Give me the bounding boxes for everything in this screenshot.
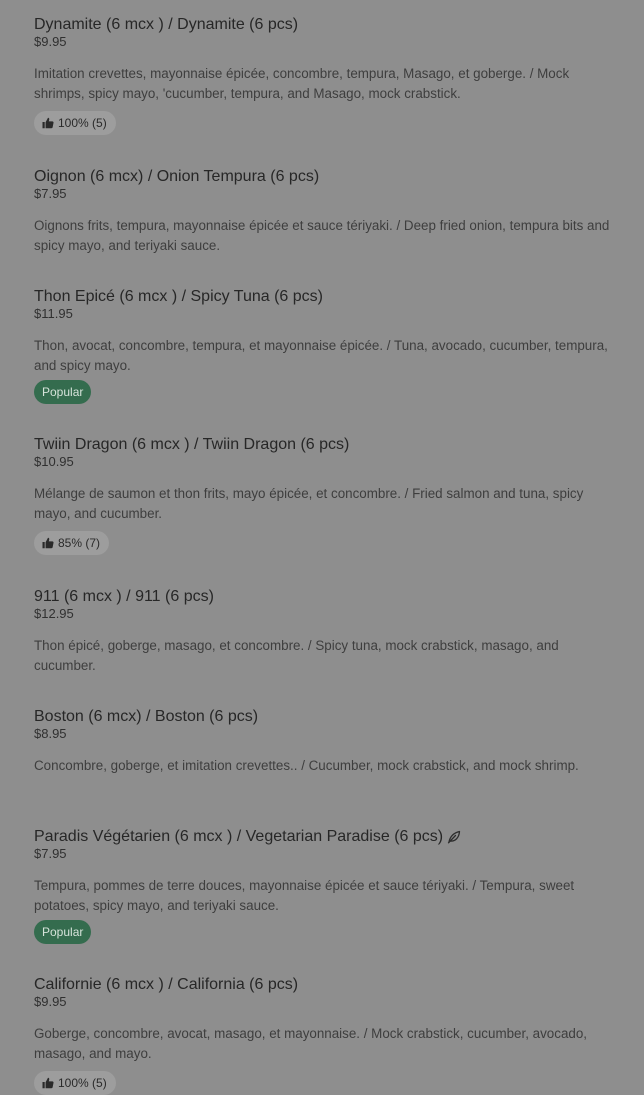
item-price: $8.95 [34, 726, 67, 741]
item-description: Thon, avocat, concombre, tempura, et may… [34, 338, 608, 373]
item-description: Tempura, pommes de terre douces, mayonna… [34, 878, 575, 913]
thumbs-up-icon [42, 117, 54, 129]
item-name: Californie (6 mcx ) / California (6 pcs) [34, 976, 299, 993]
menu-item-list: Dynamite (6 mcx ) / Dynamite (6 pcs) $9.… [0, 0, 644, 1095]
item-title: Boston (6 mcx) / Boston (6 pcs) [34, 707, 618, 727]
menu-item-boston[interactable]: Boston (6 mcx) / Boston (6 pcs) $8.95 Co… [34, 707, 618, 797]
item-description: Concombre, goberge, et imitation crevett… [34, 758, 579, 773]
item-description: Imitation crevettes, mayonnaise épicée, … [34, 66, 570, 101]
item-price: $11.95 [34, 306, 73, 321]
item-name: Paradis Végétarien (6 mcx ) / Vegetarian… [34, 828, 444, 845]
popular-badge: Popular [34, 920, 92, 944]
item-name: Twiin Dragon (6 mcx ) / Twiin Dragon (6 … [34, 436, 350, 453]
rating-badge: 100% (5) [34, 1071, 116, 1095]
menu-item-spicy-tuna[interactable]: Thon Epicé (6 mcx ) / Spicy Tuna (6 pcs)… [34, 287, 618, 405]
menu-item-dynamite[interactable]: Dynamite (6 mcx ) / Dynamite (6 pcs) $9.… [34, 15, 618, 137]
item-description: Thon épicé, goberge, masago, et concombr… [34, 638, 559, 673]
rating-badge: 100% (5) [34, 111, 116, 135]
item-name: 911 (6 mcx ) / 911 (6 pcs) [34, 588, 214, 605]
item-price: $9.95 [34, 34, 67, 49]
item-title: Twiin Dragon (6 mcx ) / Twiin Dragon (6 … [34, 435, 618, 455]
popular-badge: Popular [34, 380, 92, 404]
rating-badge: 85% (7) [34, 531, 110, 555]
item-title: 911 (6 mcx ) / 911 (6 pcs) [34, 587, 618, 607]
item-price: $7.95 [34, 186, 67, 201]
item-description: Oignons frits, tempura, mayonnaise épicé… [34, 218, 610, 253]
item-price: $9.95 [34, 994, 67, 1009]
item-title: Paradis Végétarien (6 mcx ) / Vegetarian… [34, 827, 618, 847]
item-price: $12.95 [34, 606, 74, 621]
item-name: Thon Epicé (6 mcx ) / Spicy Tuna (6 pcs) [34, 288, 323, 305]
leaf-icon [447, 830, 461, 844]
menu-item-california[interactable]: Californie (6 mcx ) / California (6 pcs)… [34, 975, 618, 1095]
menu-item-onion-tempura[interactable]: Oignon (6 mcx) / Onion Tempura (6 pcs) $… [34, 167, 618, 257]
item-price: $7.95 [34, 846, 67, 861]
item-description: Mélange de saumon et thon frits, mayo ép… [34, 486, 584, 521]
menu-item-twiin-dragon[interactable]: Twiin Dragon (6 mcx ) / Twiin Dragon (6 … [34, 435, 618, 557]
item-description: Goberge, concombre, avocat, masago, et m… [34, 1026, 588, 1061]
item-name: Oignon (6 mcx) / Onion Tempura (6 pcs) [34, 168, 320, 185]
rating-text: 100% (5) [58, 116, 107, 130]
thumbs-up-icon [42, 537, 54, 549]
menu-item-vegetarian-paradise[interactable]: Paradis Végétarien (6 mcx ) / Vegetarian… [34, 827, 618, 945]
item-title: Oignon (6 mcx) / Onion Tempura (6 pcs) [34, 167, 618, 187]
item-name: Boston (6 mcx) / Boston (6 pcs) [34, 708, 259, 725]
item-price: $10.95 [34, 454, 74, 469]
thumbs-up-icon [42, 1077, 54, 1089]
item-name: Dynamite (6 mcx ) / Dynamite (6 pcs) [34, 16, 299, 33]
item-title: Californie (6 mcx ) / California (6 pcs) [34, 975, 618, 995]
item-title: Dynamite (6 mcx ) / Dynamite (6 pcs) [34, 15, 618, 35]
rating-text: 85% (7) [58, 536, 101, 550]
item-title: Thon Epicé (6 mcx ) / Spicy Tuna (6 pcs) [34, 287, 618, 307]
menu-item-911[interactable]: 911 (6 mcx ) / 911 (6 pcs) $12.95 Thon é… [34, 587, 618, 677]
